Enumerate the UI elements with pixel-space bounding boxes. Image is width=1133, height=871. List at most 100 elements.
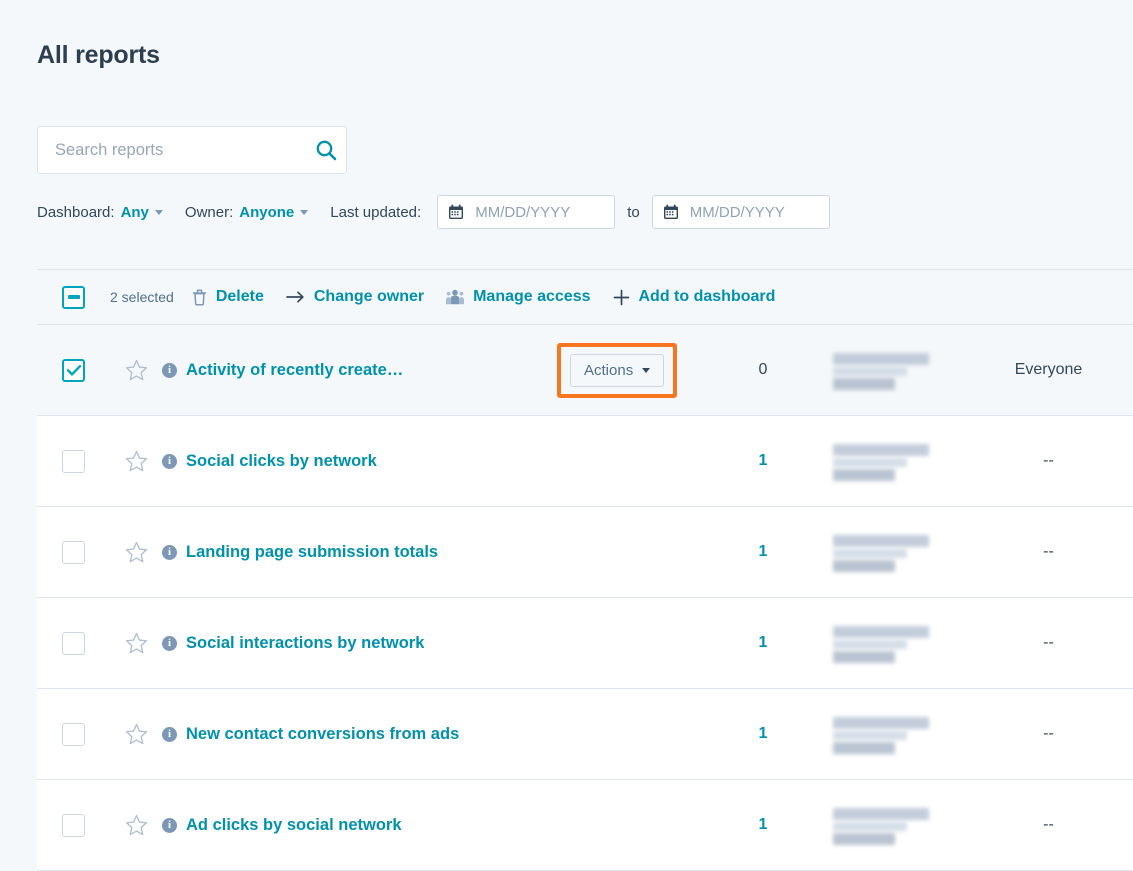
row-select-cell [37,813,110,837]
row-favorite-cell [110,450,162,472]
calendar-icon [663,204,679,220]
dashboard-filter-label: Dashboard: [37,203,115,221]
date-to-input[interactable] [687,202,819,222]
star-icon[interactable] [125,814,148,836]
row-favorite-cell [110,541,162,563]
delete-button-label: Delete [215,288,264,305]
row-checkbox[interactable] [62,540,85,564]
report-name-link[interactable]: Landing page submission totals [186,543,438,562]
star-icon[interactable] [125,450,148,472]
delete-button[interactable]: Delete [192,288,264,306]
report-name-link[interactable]: Activity of recently create… [186,361,403,380]
star-icon[interactable] [125,541,148,563]
date-from-input[interactable] [473,202,605,222]
owner-cell [799,711,1004,757]
all-reports-page: All reports Dashboard: Any Owner: Anyone… [0,0,1133,871]
filter-bar: Dashboard: Any Owner: Anyone Last update… [37,195,830,229]
row-checkbox[interactable] [62,813,85,837]
report-name-cell: i Activity of recently create… [162,361,557,380]
row-select-cell [37,449,110,473]
star-icon[interactable] [125,359,148,381]
table-row[interactable]: i Activity of recently create… Actions 0… [37,325,1133,416]
owner-cell [799,438,1004,484]
date-to-field[interactable] [651,195,830,229]
dashboard-count[interactable]: 1 [727,452,799,470]
manage-access-button-label: Manage access [473,288,591,305]
plus-icon [613,289,630,306]
dashboard-count[interactable]: 1 [727,816,799,834]
row-checkbox[interactable] [62,358,85,382]
chevron-down-icon[interactable] [300,209,309,215]
report-name-cell: i Landing page submission totals [162,543,557,562]
row-checkbox[interactable] [62,449,85,473]
info-icon[interactable]: i [162,453,177,469]
search-reports-box[interactable] [37,126,347,174]
access-value: -- [1043,634,1054,651]
star-icon[interactable] [125,723,148,745]
people-icon [446,289,465,305]
info-icon[interactable]: i [162,362,177,378]
add-to-dashboard-button-label: Add to dashboard [638,288,776,305]
access-value: -- [1043,816,1054,833]
table-row[interactable]: i Social interactions by network 1 -- [37,598,1133,689]
date-from-field[interactable] [437,195,616,229]
select-all-cell [37,285,110,309]
report-name-cell: i New contact conversions from ads [162,725,557,744]
bulk-action-toolbar: 2 selected Delete Change owner Manage ac… [37,270,1133,325]
dashboard-count[interactable]: 1 [727,634,799,652]
report-name-link[interactable]: Social interactions by network [186,634,424,653]
table-row[interactable]: i Landing page submission totals 1 -- [37,507,1133,598]
indeterminate-dash-icon [67,295,80,299]
star-icon[interactable] [125,632,148,654]
manage-access-button[interactable]: Manage access [446,288,591,306]
add-to-dashboard-button[interactable]: Add to dashboard [613,288,776,306]
change-owner-button-label: Change owner [313,288,425,305]
report-name-link[interactable]: New contact conversions from ads [186,725,459,744]
arrow-right-icon [286,290,305,304]
owner-cell [799,529,1004,575]
info-icon[interactable]: i [162,817,177,833]
row-checkbox[interactable] [62,722,85,746]
row-favorite-cell [110,632,162,654]
info-icon[interactable]: i [162,726,177,742]
owner-cell [799,620,1004,666]
change-owner-button[interactable]: Change owner [286,288,424,306]
search-icon[interactable] [306,139,346,161]
chevron-down-icon[interactable] [154,209,163,215]
row-select-cell [37,540,110,564]
redacted-owner [833,711,933,757]
dashboard-count[interactable]: 1 [727,543,799,561]
search-input[interactable] [38,140,306,160]
dashboard-count: 0 [758,361,768,378]
row-select-cell [37,722,110,746]
dashboard-count[interactable]: 1 [727,725,799,743]
row-select-cell [37,358,110,382]
check-icon [66,364,81,376]
row-favorite-cell [110,359,162,381]
table-row[interactable]: i Ad clicks by social network 1 -- [37,780,1133,871]
report-name-link[interactable]: Ad clicks by social network [186,816,402,835]
reports-table: 2 selected Delete Change owner Manage ac… [37,269,1133,871]
redacted-owner [833,620,933,666]
row-favorite-cell [110,723,162,745]
select-all-checkbox[interactable] [62,285,85,309]
info-icon[interactable]: i [162,635,177,651]
page-title: All reports [37,41,160,69]
report-name-cell: i Social interactions by network [162,634,557,653]
row-checkbox[interactable] [62,631,85,655]
info-icon[interactable]: i [162,544,177,560]
chevron-down-icon [642,367,651,373]
trash-icon [192,289,207,306]
owner-filter-value[interactable]: Anyone [239,204,294,221]
access-value: -- [1043,543,1054,560]
redacted-owner [833,347,933,393]
owner-filter-label: Owner: [184,203,234,221]
table-row[interactable]: i Social clicks by network 1 -- [37,416,1133,507]
access-value: Everyone [1014,361,1083,378]
table-row[interactable]: i New contact conversions from ads 1 -- [37,689,1133,780]
selected-count-label: 2 selected [110,289,174,305]
access-value: -- [1043,452,1054,469]
report-name-link[interactable]: Social clicks by network [186,452,377,471]
dashboard-filter-value[interactable]: Any [121,204,149,221]
actions-dropdown-button[interactable]: Actions [570,353,665,387]
